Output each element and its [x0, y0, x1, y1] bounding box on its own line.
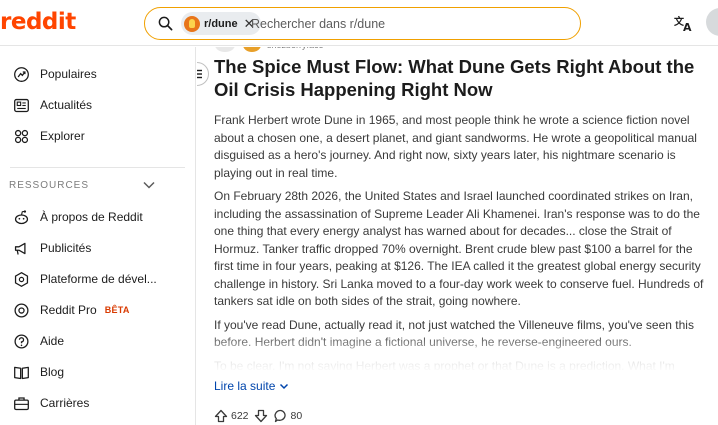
- developer-platform-icon: [12, 270, 30, 288]
- explore-icon: [12, 127, 30, 145]
- subreddit-avatar-icon: [184, 15, 200, 32]
- help-icon: [12, 332, 30, 350]
- post-paragraph: If you've read Dune, actually read it, n…: [214, 317, 694, 350]
- left-sidebar: Populaires Actualités Explorer RESSOURCE…: [0, 47, 196, 425]
- sidebar-item-label: À propos de Reddit: [40, 210, 143, 224]
- post-container: snozberryface The Spice Must Flow: What …: [197, 47, 718, 425]
- trending-arrow-icon: [12, 65, 30, 83]
- post-paragraph: Frank Herbert wrote Dune in 1965, and mo…: [214, 113, 697, 180]
- downvote-icon[interactable]: [254, 409, 268, 423]
- read-more-label: Lire la suite: [214, 379, 276, 393]
- upvote-icon[interactable]: [214, 409, 228, 423]
- news-icon: [12, 96, 30, 114]
- post-paragraph: On February 28th 2026, the United States…: [214, 189, 704, 308]
- megaphone-icon: [12, 239, 30, 257]
- top-header: reddit r/dune ✕ 文 A: [0, 0, 718, 46]
- sidebar-item-careers[interactable]: Carrières: [0, 388, 195, 418]
- sidebar-item-label: Blog: [40, 365, 65, 379]
- pro-icon: [12, 301, 30, 319]
- sidebar-item-label: Carrières: [40, 396, 90, 410]
- comment-count: 80: [290, 410, 303, 422]
- sidebar-item-actualites[interactable]: Actualités: [0, 90, 195, 120]
- subreddit-filter-chip[interactable]: r/dune ✕: [181, 12, 261, 35]
- sidebar-item-about[interactable]: À propos de Reddit: [0, 202, 195, 232]
- chevron-down-icon[interactable]: [142, 178, 156, 192]
- beta-badge: BÊTA: [104, 305, 130, 315]
- blog-icon: [12, 363, 30, 381]
- post-body: Frank Herbert wrote Dune in 1965, and mo…: [214, 112, 704, 370]
- user-avatar[interactable]: [706, 8, 718, 36]
- post-author-row: snozberryface: [215, 47, 324, 53]
- sidebar-item-label: Populaires: [40, 67, 97, 81]
- sidebar-item-label: Explorer: [40, 129, 85, 143]
- sidebar-item-label: Actualités: [40, 98, 93, 112]
- sidebar-item-label: Publicités: [40, 241, 92, 255]
- sidebar-item-reddit-pro[interactable]: Reddit Pro BÊTA: [0, 295, 195, 325]
- post-title[interactable]: The Spice Must Flow: What Dune Gets Righ…: [214, 55, 704, 101]
- expand-sidebar-button[interactable]: [197, 62, 209, 86]
- sidebar-divider: [10, 167, 185, 168]
- author-avatar-icon[interactable]: [243, 47, 261, 52]
- post-paragraph: To be clear, I'm not saying Herbert was …: [214, 358, 675, 371]
- sidebar-item-explorer[interactable]: Explorer: [0, 121, 195, 151]
- reddit-alien-icon: [12, 208, 30, 226]
- translate-icon[interactable]: 文 A: [674, 14, 694, 32]
- search-input[interactable]: [251, 15, 551, 33]
- sidebar-item-label: Plateforme de dével...: [40, 272, 157, 286]
- comment-icon[interactable]: [273, 409, 288, 423]
- sidebar-item-blog[interactable]: Blog: [0, 357, 195, 387]
- sidebar-item-dev-platform[interactable]: Plateforme de dével...: [0, 264, 195, 294]
- read-more-link[interactable]: Lire la suite: [214, 379, 289, 393]
- upvote-count: 622: [231, 410, 249, 422]
- subreddit-avatar-icon[interactable]: [215, 47, 235, 52]
- search-bar[interactable]: r/dune ✕: [144, 7, 581, 40]
- chevron-down-icon: [280, 383, 289, 390]
- briefcase-icon: [12, 394, 30, 412]
- reddit-logo[interactable]: reddit: [0, 9, 76, 35]
- post-author[interactable]: snozberryface: [267, 47, 324, 50]
- sidebar-item-help[interactable]: Aide: [0, 326, 195, 356]
- resources-section-title[interactable]: RESSOURCES: [9, 180, 159, 191]
- post-actions: 622 80: [214, 408, 307, 424]
- search-icon: [158, 16, 173, 31]
- menu-icon: [197, 69, 202, 79]
- sidebar-item-ads[interactable]: Publicités: [0, 233, 195, 263]
- subreddit-chip-label: r/dune: [204, 17, 238, 30]
- sidebar-item-label: Reddit Pro: [40, 303, 97, 317]
- sidebar-item-label: Aide: [40, 334, 65, 348]
- sidebar-item-populaires[interactable]: Populaires: [0, 59, 195, 89]
- svg-text:A: A: [683, 21, 692, 32]
